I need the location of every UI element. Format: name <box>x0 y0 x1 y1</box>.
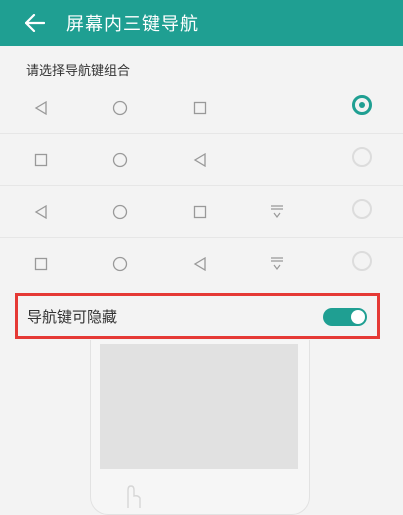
nav-combo-list <box>0 82 403 289</box>
toggle-knob <box>351 310 365 324</box>
nav-combo-option-3[interactable] <box>0 186 403 238</box>
home-circle-icon <box>105 186 135 237</box>
recent-square-icon <box>26 134 56 185</box>
nav-combo-radio-1[interactable] <box>352 95 372 115</box>
recent-square-icon <box>185 186 215 237</box>
back-button[interactable] <box>18 6 52 40</box>
hide-nav-toggle[interactable] <box>323 308 367 326</box>
nav-combo-option-1[interactable] <box>0 82 403 134</box>
home-circle-icon <box>105 134 135 185</box>
recent-square-icon <box>185 82 215 133</box>
home-circle-icon <box>105 238 135 289</box>
back-arrow-icon <box>25 14 45 32</box>
app-bar: 屏幕内三键导航 <box>0 0 403 46</box>
nav-combo-radio-4[interactable] <box>352 251 372 271</box>
hand-icon <box>127 485 141 508</box>
recent-square-icon <box>26 238 56 289</box>
back-triangle-icon <box>26 82 56 133</box>
hide-nav-setting[interactable]: 导航键可隐藏 <box>15 293 380 339</box>
nav-combo-radio-2[interactable] <box>352 147 372 167</box>
nav-preview-illustration <box>90 340 310 515</box>
home-circle-icon <box>105 82 135 133</box>
back-triangle-icon <box>185 238 215 289</box>
phone-screen <box>100 344 298 469</box>
nav-combo-radio-3[interactable] <box>352 199 372 219</box>
nav-combo-option-4[interactable] <box>0 238 403 289</box>
hide-nav-label: 导航键可隐藏 <box>27 307 118 326</box>
notification-pull-icon <box>262 186 292 237</box>
nav-combo-option-2[interactable] <box>0 134 403 186</box>
back-triangle-icon <box>185 134 215 185</box>
notification-pull-icon <box>262 238 292 289</box>
back-triangle-icon <box>26 186 56 237</box>
nav-combo-label: 请选择导航键组合 <box>26 64 131 79</box>
page-title: 屏幕内三键导航 <box>66 14 199 35</box>
